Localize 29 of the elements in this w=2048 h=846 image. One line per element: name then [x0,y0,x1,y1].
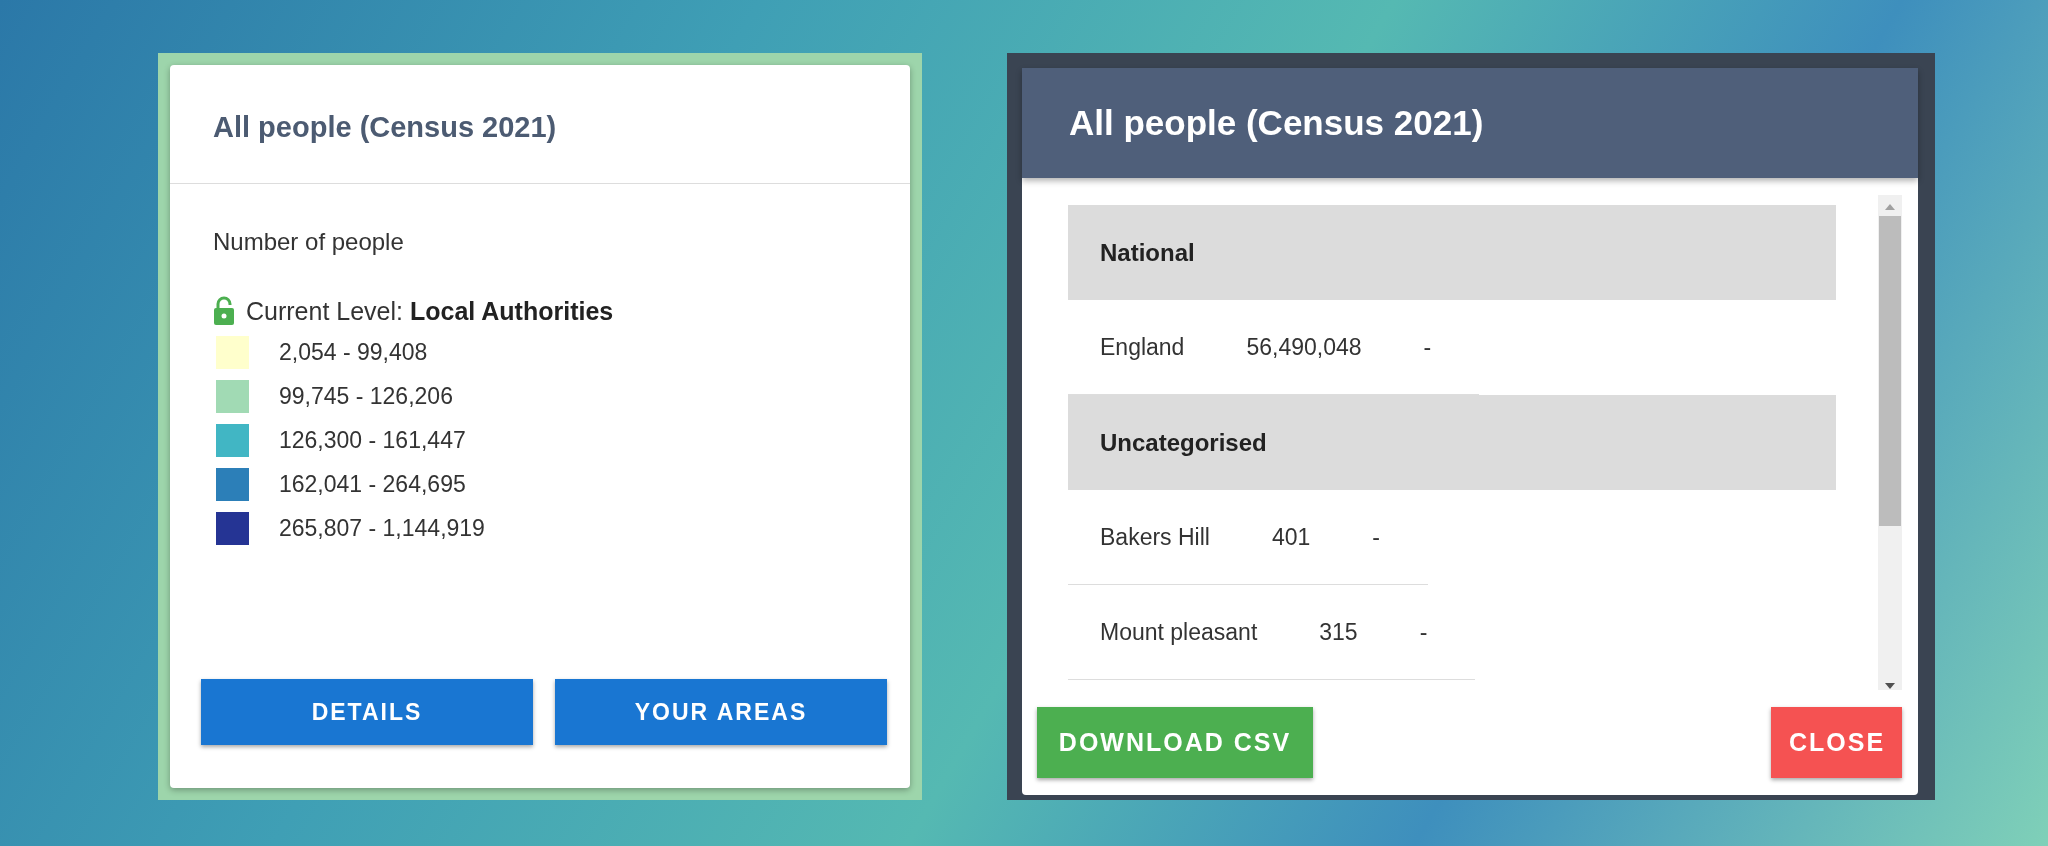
section-title: Uncategorised [1100,428,1267,457]
scrollbar[interactable] [1878,195,1902,690]
lock-icon[interactable] [213,296,235,326]
legend-range: 265,807 - 1,144,919 [279,515,485,542]
area-change: - [1419,618,1428,646]
area-name: Mount pleasant [1100,618,1258,646]
legend-range: 126,300 - 161,447 [279,427,466,454]
area-value: 56,490,048 [1246,333,1362,361]
legend-range: 162,041 - 264,695 [279,471,466,498]
current-level-text: Current Level: Local Authorities [246,297,614,326]
action-button[interactable]: DETAILS [201,679,533,745]
area-value: 401 [1271,523,1311,551]
area-value: 315 [1319,618,1358,646]
panel-title: All people (Census 2021) [170,65,910,184]
area-name: Bakers Hill [1100,523,1210,551]
dialog-title: All people (Census 2021) [1069,103,1484,143]
area-change: - [1423,333,1432,361]
scroll-thumb[interactable] [1879,216,1901,526]
scroll-down-icon[interactable] [1884,682,1896,690]
legend-range: 2,054 - 99,408 [279,339,428,366]
area-name: England [1100,333,1185,361]
scroll-up-icon[interactable] [1884,203,1896,211]
area-change: - [1372,523,1380,551]
measure-label: Number of people [213,228,405,256]
action-button[interactable]: YOUR AREAS [555,679,887,745]
dialog-button[interactable]: DOWNLOAD CSV [1037,707,1313,778]
section-title: National [1100,238,1195,267]
legend-range: 99,745 - 126,206 [279,383,453,410]
dialog-button[interactable]: CLOSE [1771,707,1902,778]
